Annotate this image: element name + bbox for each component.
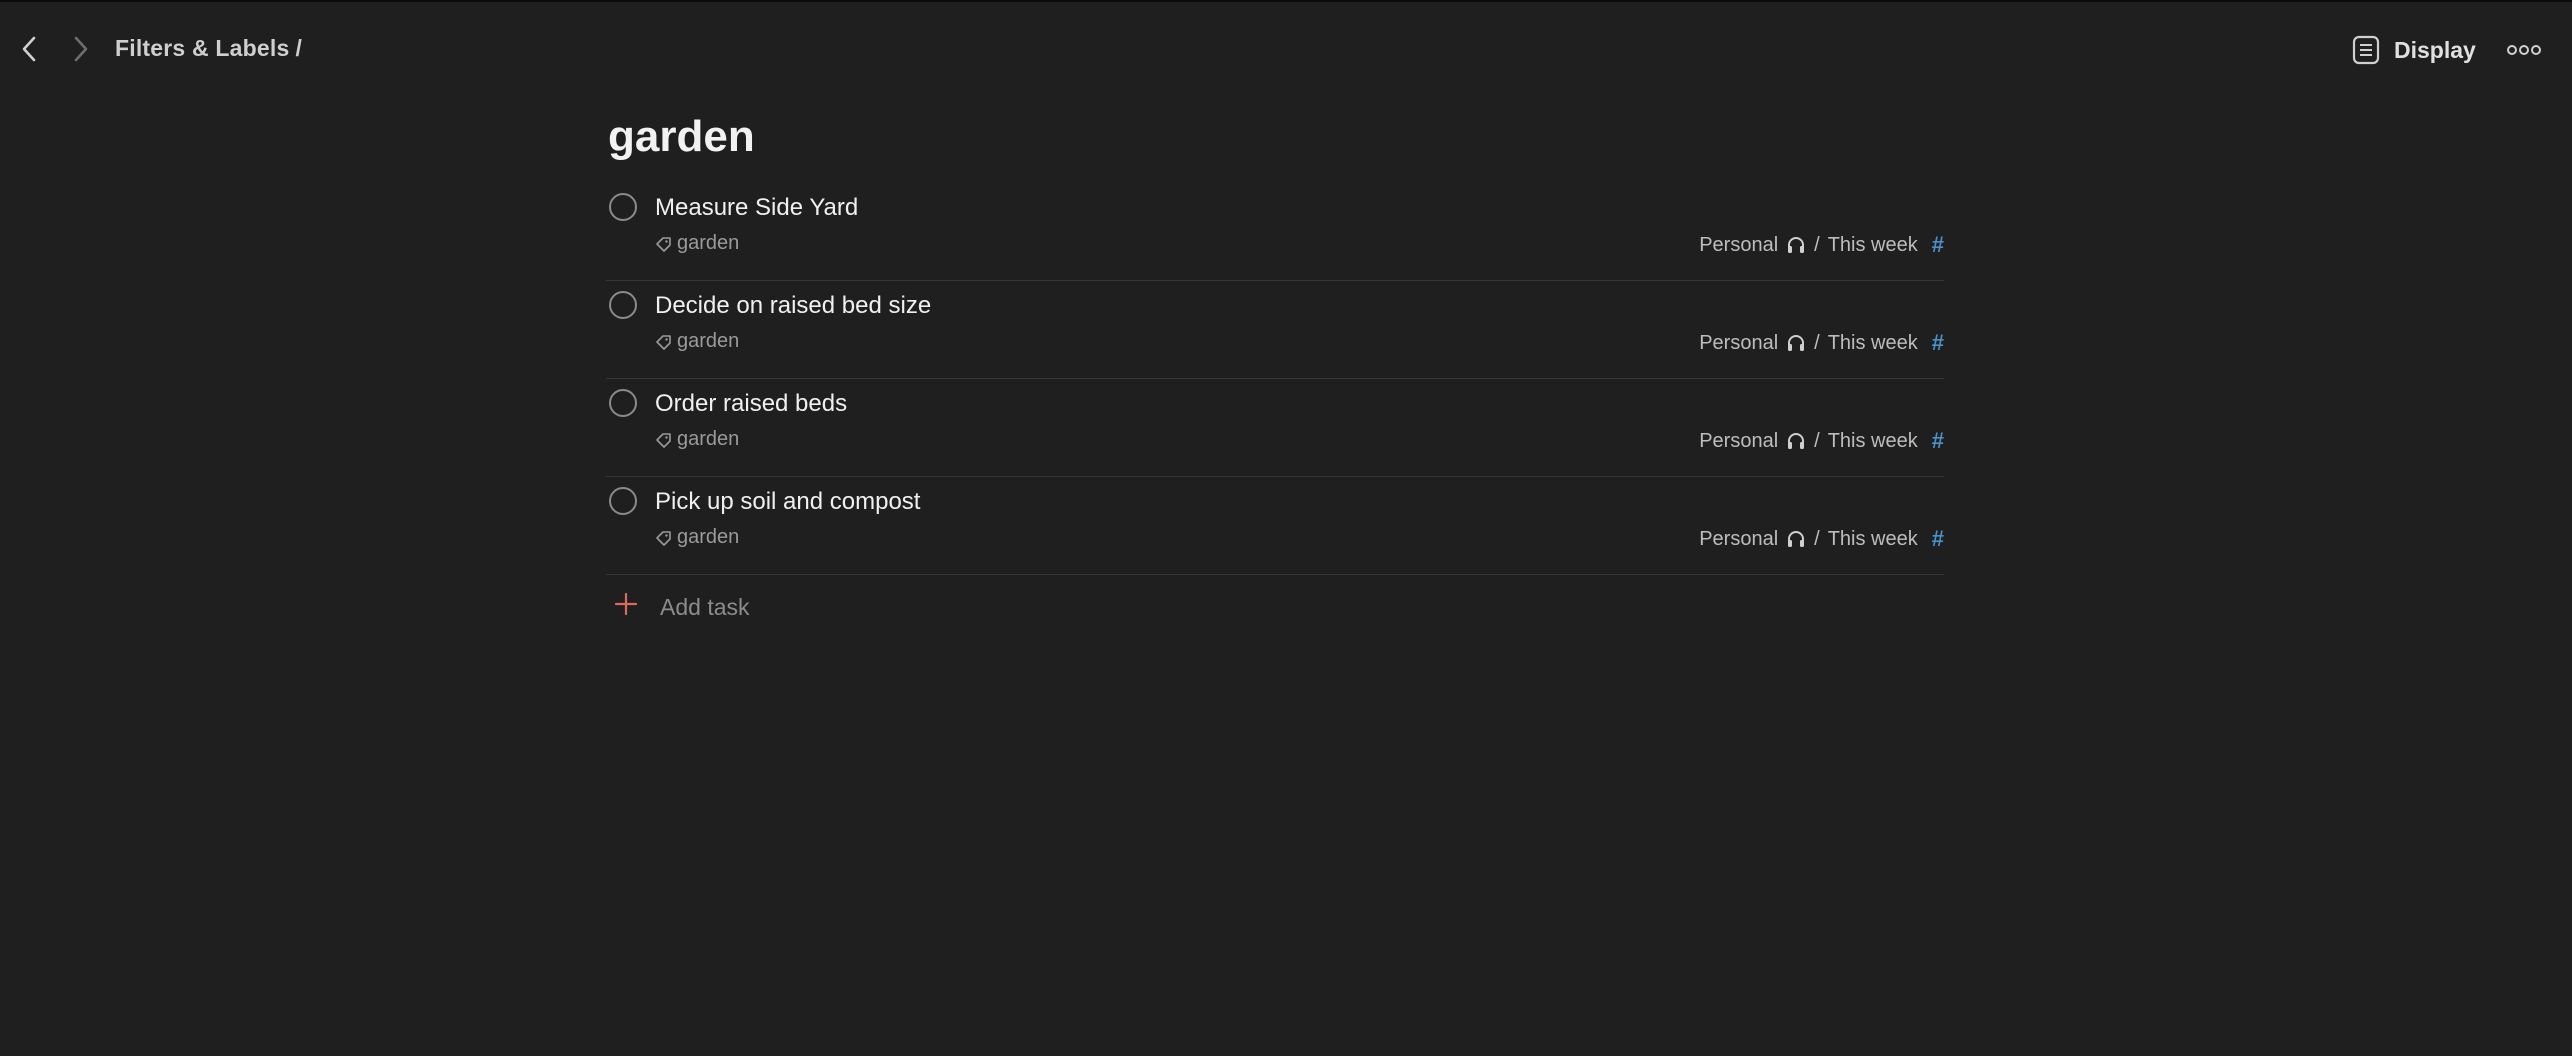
more-options-button[interactable]	[2502, 30, 2546, 70]
tag-icon	[656, 236, 671, 252]
task-title[interactable]: Measure Side Yard	[655, 194, 858, 222]
headphones-icon	[1788, 433, 1805, 449]
task-label-chip[interactable]: garden	[655, 232, 739, 255]
task-section-name: This week	[1827, 331, 1918, 354]
task-project-name: Personal	[1699, 527, 1779, 550]
task-project-name: Personal	[1699, 429, 1779, 452]
task-label-text: garden	[677, 330, 740, 352]
task-title[interactable]: Pick up soil and compost	[655, 488, 920, 516]
task-project-separator: /	[1814, 527, 1820, 550]
hash-icon: #	[1931, 526, 1944, 551]
chevron-left-icon	[22, 36, 36, 62]
page-title: garden	[608, 112, 755, 161]
task-label-chip[interactable]: garden	[655, 330, 739, 353]
forward-button[interactable]	[60, 29, 100, 69]
back-button[interactable]	[10, 29, 50, 69]
tag-icon	[656, 432, 671, 448]
headphones-icon	[1788, 237, 1805, 253]
add-task-button[interactable]: Add task	[606, 575, 1944, 639]
task-project-link[interactable]: Personal / This week #	[1699, 232, 1944, 258]
task-label-text: garden	[677, 232, 740, 254]
top-bar: Filters & Labels / Display	[0, 2, 2572, 94]
more-horizontal-icon	[2507, 45, 2541, 55]
task-label-text: garden	[677, 526, 740, 548]
task-title[interactable]: Decide on raised bed size	[655, 292, 931, 320]
task-item[interactable]: Order raised beds garden Personal / This…	[606, 379, 1944, 477]
task-project-link[interactable]: Personal / This week #	[1699, 330, 1944, 356]
task-section-name: This week	[1827, 527, 1918, 550]
task-project-separator: /	[1814, 331, 1820, 354]
tag-icon	[656, 334, 671, 350]
breadcrumb: Filters & Labels /	[115, 35, 302, 62]
task-project-name: Personal	[1699, 233, 1779, 256]
breadcrumb-separator: /	[295, 35, 303, 61]
task-project-link[interactable]: Personal / This week #	[1699, 526, 1944, 552]
task-project-separator: /	[1814, 429, 1820, 452]
task-item[interactable]: Measure Side Yard garden Personal / This…	[606, 183, 1944, 281]
task-complete-checkbox[interactable]	[609, 389, 637, 417]
task-label-text: garden	[677, 428, 740, 450]
hash-icon: #	[1931, 428, 1944, 453]
hash-icon: #	[1931, 232, 1944, 257]
chevron-right-icon	[74, 36, 88, 62]
task-section-name: This week	[1827, 429, 1918, 452]
task-complete-checkbox[interactable]	[609, 291, 637, 319]
task-label-chip[interactable]: garden	[655, 526, 739, 549]
task-project-separator: /	[1814, 233, 1820, 256]
display-button[interactable]: Display	[2352, 30, 2476, 70]
headphones-icon	[1788, 335, 1805, 351]
task-label-chip[interactable]: garden	[655, 428, 739, 451]
task-complete-checkbox[interactable]	[609, 193, 637, 221]
add-task-label: Add task	[660, 594, 750, 620]
headphones-icon	[1788, 531, 1805, 547]
task-list: Measure Side Yard garden Personal / This…	[606, 183, 1944, 575]
task-project-link[interactable]: Personal / This week #	[1699, 428, 1944, 454]
task-section-name: This week	[1827, 233, 1918, 256]
task-title[interactable]: Order raised beds	[655, 390, 847, 418]
main-content: garden Measure Side Yard garden Personal	[606, 100, 1944, 639]
task-complete-checkbox[interactable]	[609, 487, 637, 515]
list-view-icon	[2352, 35, 2380, 65]
task-item[interactable]: Pick up soil and compost garden Personal…	[606, 477, 1944, 575]
display-label: Display	[2394, 36, 2476, 63]
plus-icon	[614, 592, 638, 616]
task-item[interactable]: Decide on raised bed size garden Persona…	[606, 281, 1944, 379]
breadcrumb-filters-labels[interactable]: Filters & Labels	[115, 35, 289, 62]
tag-icon	[656, 530, 671, 546]
hash-icon: #	[1931, 330, 1944, 355]
task-project-name: Personal	[1699, 331, 1779, 354]
